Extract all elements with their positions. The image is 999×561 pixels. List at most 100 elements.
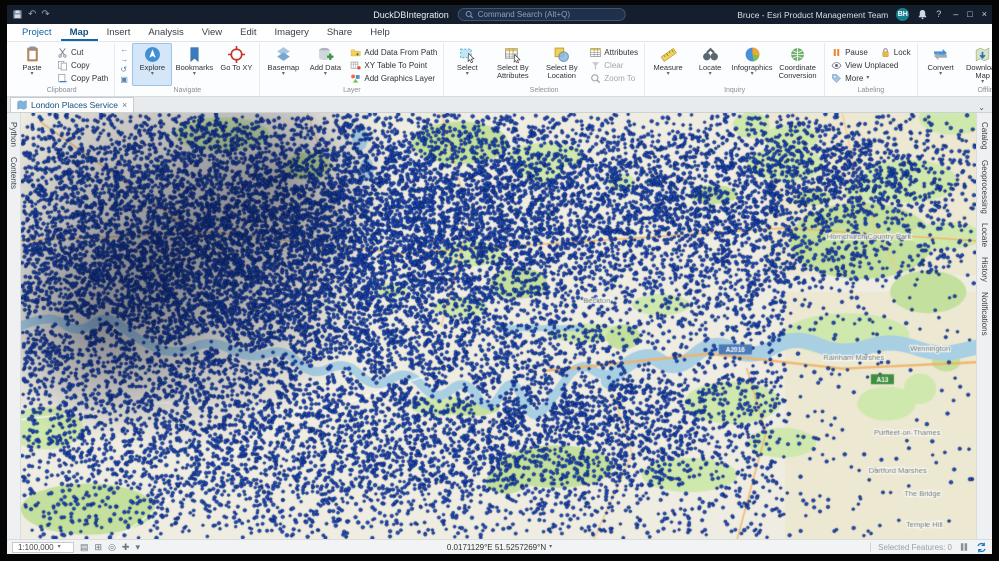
grid-icon[interactable]: ⊞: [95, 542, 103, 552]
add-graphics-layer-button[interactable]: Add Graphics Layer: [347, 72, 440, 85]
close-view-icon[interactable]: ×: [122, 100, 127, 110]
help-icon[interactable]: ?: [936, 10, 941, 19]
dock-tab-history[interactable]: History: [980, 252, 989, 287]
xy-table-to-point-button[interactable]: XY Table To Point: [347, 59, 440, 72]
download-map-button[interactable]: Download Map ▾: [963, 43, 992, 86]
select-button[interactable]: Select ▾: [447, 43, 487, 86]
dock-tab-notifications[interactable]: Notifications: [980, 287, 989, 341]
tab-edit[interactable]: Edit: [231, 24, 265, 41]
coordinates-readout[interactable]: 0.0171129°E 51.5257269°N ▾: [447, 543, 552, 552]
command-search[interactable]: [457, 8, 626, 21]
maximize-button[interactable]: □: [967, 10, 972, 19]
quick-access-toolbar: ↶ ↷: [12, 9, 50, 20]
view-tab-london-places[interactable]: London Places Service ×: [10, 97, 135, 112]
dock-tab-locate[interactable]: Locate: [980, 218, 989, 252]
search-input[interactable]: [477, 10, 619, 19]
view-tab-menu-icon[interactable]: ⌄: [974, 103, 989, 112]
add-data-button[interactable]: Add Data ▾: [305, 43, 345, 86]
select-by-location-button[interactable]: Select By Location: [538, 43, 585, 86]
bookmarks-button[interactable]: Bookmarks ▾: [174, 43, 214, 86]
tab-project[interactable]: Project: [13, 24, 61, 41]
clear-label: Clear: [604, 61, 624, 70]
paste-caret-icon: ▾: [30, 71, 34, 77]
title-bar: ↶ ↷ DuckDBIntegration Bruce - Esri Produ…: [7, 5, 992, 24]
fixed-zoom-icon[interactable]: ▣: [120, 75, 128, 84]
divider: [870, 542, 872, 552]
zoom-to-selection-button[interactable]: Zoom To: [587, 72, 641, 85]
dock-tab-catalog[interactable]: Catalog: [980, 117, 989, 155]
attributes-table-icon: [590, 48, 601, 57]
map-canvas[interactable]: [21, 113, 976, 539]
pause-labeling-button[interactable]: Pause: [828, 46, 871, 59]
zoom-to-label: Zoom To: [604, 74, 636, 83]
lock-labels-button[interactable]: Lock: [877, 46, 914, 59]
scale-caret-icon: ▾: [57, 543, 61, 550]
avatar[interactable]: BH: [896, 8, 910, 21]
tab-insert[interactable]: Insert: [98, 24, 140, 41]
tab-share[interactable]: Share: [318, 24, 361, 41]
basemap-button[interactable]: Basemap ▾: [263, 43, 303, 86]
target-icon[interactable]: ◎: [108, 542, 116, 552]
tab-help[interactable]: Help: [361, 24, 399, 41]
attributes-button[interactable]: Attributes: [587, 46, 641, 59]
layers-list-icon[interactable]: ▤: [80, 542, 89, 552]
copy-path-button[interactable]: Copy Path: [54, 72, 111, 85]
tab-analysis[interactable]: Analysis: [139, 24, 192, 41]
coordinate-conversion-button[interactable]: Coordinate Conversion: [774, 43, 821, 86]
signed-in-user[interactable]: Bruce - Esri Product Management Team: [737, 10, 888, 20]
add-graphics-layer-label: Add Graphics Layer: [364, 74, 436, 83]
select-by-attributes-label: Select By Attributes: [496, 63, 529, 80]
tab-imagery[interactable]: Imagery: [266, 24, 318, 41]
cut-button[interactable]: Cut: [54, 46, 111, 59]
view-tab-bar: London Places Service × ⌄: [7, 97, 992, 113]
add-data-from-path-button[interactable]: Add Data From Path: [347, 46, 440, 59]
graphics-shapes-icon: [351, 74, 360, 83]
select-by-attributes-icon: [505, 48, 521, 63]
select-by-attributes-button[interactable]: Select By Attributes: [489, 43, 536, 86]
measure-button[interactable]: Measure ▾: [648, 43, 688, 86]
pause-drawing-icon[interactable]: [959, 542, 969, 552]
go-to-xy-label: Go To XY: [220, 63, 253, 72]
refresh-icon[interactable]: [976, 542, 987, 553]
table-point-icon: [351, 61, 361, 70]
more-label: More: [845, 74, 864, 83]
clear-selection-button[interactable]: Clear: [587, 59, 641, 72]
redo-icon[interactable]: ↷: [41, 9, 49, 20]
map-scale-combo[interactable]: 1:100,000 ▾: [12, 541, 74, 553]
copy-path-icon: [58, 74, 67, 83]
bookmark-icon: [190, 47, 199, 62]
paste-icon: [26, 46, 38, 62]
dock-tab-contents[interactable]: Contents: [9, 152, 18, 194]
paste-button[interactable]: Paste ▾: [12, 43, 52, 86]
locate-button[interactable]: Locate ▾: [690, 43, 730, 86]
basemap-icon: [276, 47, 290, 61]
view-unplaced-button[interactable]: View Unplaced: [828, 59, 914, 72]
save-icon[interactable]: [12, 9, 23, 20]
copy-button[interactable]: Copy: [54, 59, 111, 72]
next-extent-icon[interactable]: →: [120, 55, 128, 64]
previous-extent-icon[interactable]: ←: [120, 45, 128, 54]
status-bar: 1:100,000 ▾ ▤ ⊞ ◎ ✚ ▾ 0.0171129°E 51.525…: [7, 539, 992, 554]
dock-tab-geoprocessing[interactable]: Geoprocessing: [980, 155, 989, 219]
full-extent-icon[interactable]: ↺: [120, 65, 128, 74]
more-labeling-button[interactable]: More ▾: [828, 72, 914, 85]
dock-tab-python[interactable]: Python: [9, 117, 18, 152]
plus-tool-icon[interactable]: ✚: [122, 542, 130, 552]
minimize-button[interactable]: –: [953, 10, 958, 19]
explore-button[interactable]: Explore ▾: [132, 43, 173, 86]
status-more-icon[interactable]: ▾: [135, 542, 140, 552]
go-to-xy-button[interactable]: Go To XY: [216, 43, 256, 86]
tab-map[interactable]: Map: [61, 24, 98, 41]
notifications-bell-icon[interactable]: [917, 9, 928, 20]
locate-caret-icon: ▾: [708, 71, 712, 77]
download-map-caret-icon: ▾: [981, 79, 985, 85]
tab-view[interactable]: View: [193, 24, 231, 41]
ribbon-group-selection: Select ▾ Select By Attributes Select By …: [444, 43, 646, 96]
project-title: DuckDBIntegration: [373, 9, 449, 20]
undo-icon[interactable]: ↶: [28, 9, 36, 20]
more-caret-icon: ▾: [866, 75, 870, 81]
title-right: Bruce - Esri Product Management Team BH …: [737, 8, 987, 21]
close-button[interactable]: ×: [982, 10, 987, 19]
convert-button[interactable]: Convert ▾: [921, 43, 961, 86]
infographics-button[interactable]: Infographics ▾: [732, 43, 773, 86]
